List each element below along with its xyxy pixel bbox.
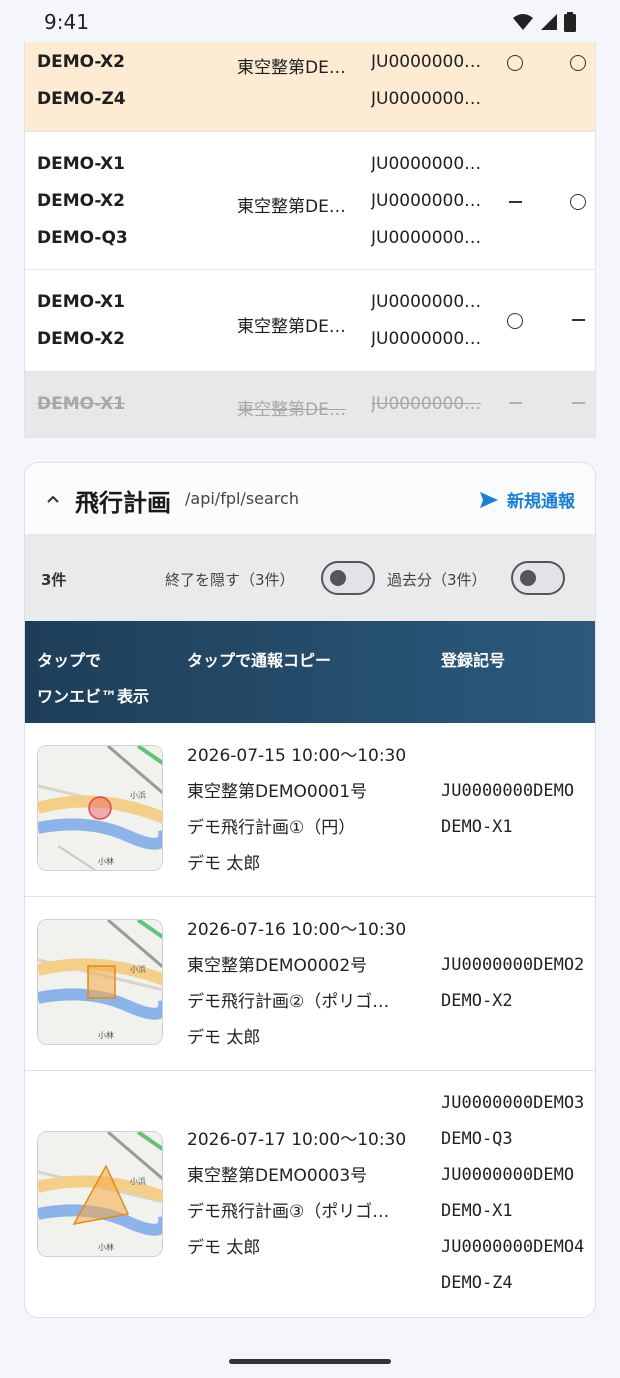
- map-label: 小浜: [130, 1176, 146, 1186]
- new-report-label: 新規通報: [507, 492, 575, 512]
- signal-icon: [541, 14, 557, 30]
- map-label: 小林: [98, 856, 114, 866]
- status-bar: 9:41: [0, 0, 620, 44]
- status-time: 9:41: [44, 10, 89, 34]
- plan-person: デモ 太郎: [187, 1028, 261, 1048]
- plan-time: 2026-07-17 10:00〜10:30: [187, 1130, 407, 1150]
- new-report-button[interactable]: 新規通報: [479, 487, 575, 512]
- plan-name: デモ飛行計画②（ポリゴ…: [187, 992, 390, 1012]
- registration-list: DEMO-X2 DEMO-Z4 東空整第DE… JU0000000… JU000…: [24, 42, 596, 438]
- table-row[interactable]: 小浜 小林 2026-07-16 10:00〜10:30 東空整第DEMO000…: [25, 897, 595, 1071]
- hide-finished-label: 終了を隠す（3件）: [165, 571, 295, 589]
- status-icons: [512, 12, 576, 32]
- registration-code: JU0000000…: [371, 329, 482, 349]
- registration-code: JU0000000…: [371, 89, 482, 109]
- registration-code: JU0000000…: [371, 394, 482, 414]
- permit-number: 東空整第DE…: [237, 197, 346, 217]
- map-thumbnail[interactable]: 小浜 小林: [37, 745, 163, 871]
- map-thumbnail[interactable]: 小浜 小林: [37, 1131, 163, 1257]
- table-row[interactable]: 小浜 小林 2026-07-17 10:00〜10:30 東空整第DEMO000…: [25, 1071, 595, 1317]
- permit-number: 東空整第DE…: [237, 317, 346, 337]
- plan-time: 2026-07-15 10:00〜10:30: [187, 746, 407, 766]
- aircraft-name: DEMO-X2: [37, 52, 126, 72]
- section-title: 飛行計画: [75, 489, 171, 517]
- status-mark: [568, 310, 588, 330]
- registration-code: JU0000000…: [371, 52, 482, 72]
- table-row[interactable]: DEMO-X2 DEMO-Z4 東空整第DE… JU0000000… JU000…: [25, 42, 595, 132]
- plan-name: デモ飛行計画①（円）: [187, 818, 356, 838]
- status-mark: [568, 55, 588, 76]
- plan-permit: 東空整第DEMO0002号: [187, 956, 368, 976]
- map-thumbnail[interactable]: 小浜 小林: [37, 919, 163, 1045]
- aircraft-name: DEMO-X2: [37, 329, 126, 349]
- wifi-icon: [513, 14, 533, 30]
- chevron-up-icon[interactable]: [47, 493, 59, 505]
- table-row[interactable]: DEMO-X1 DEMO-X2 DEMO-Q3 東空整第DE… JU000000…: [25, 132, 595, 270]
- header-registration: 登録記号: [441, 651, 506, 670]
- aircraft-name: DEMO-X1: [37, 154, 126, 174]
- plan-permit: 東空整第DEMO0003号: [187, 1166, 368, 1186]
- map-label: 小林: [98, 1030, 114, 1040]
- status-mark: [505, 393, 525, 413]
- status-mark: [568, 393, 588, 413]
- past-label: 過去分（3件）: [387, 571, 487, 589]
- table-row[interactable]: 小浜 小林 2026-07-15 10:00〜10:30 東空整第DEMO000…: [25, 723, 595, 897]
- battery-icon: [564, 12, 576, 32]
- table-row[interactable]: DEMO-X1 DEMO-X2 東空整第DE… JU0000000… JU000…: [25, 270, 595, 372]
- registration-code: JU0000000…: [371, 154, 482, 174]
- registration-code: JU0000000…: [371, 191, 482, 211]
- aircraft-name: DEMO-X1: [37, 394, 126, 414]
- plan-registrations: JU0000000DEMO2 DEMO-X2: [441, 955, 585, 1011]
- permit-number: 東空整第DE…: [237, 58, 346, 78]
- plan-time: 2026-07-16 10:00〜10:30: [187, 920, 407, 940]
- plan-info[interactable]: 2026-07-15 10:00〜10:30 東空整第DEMO0001号 デモ飛…: [187, 738, 409, 882]
- header-map: タップで ワンエビ™表示: [37, 651, 150, 706]
- plan-registrations: JU0000000DEMO DEMO-X1: [441, 781, 575, 837]
- plan-person: デモ 太郎: [187, 854, 261, 874]
- map-label: 小浜: [130, 964, 146, 974]
- status-mark: [568, 194, 588, 215]
- header-copy: タップで通報コピー: [187, 651, 332, 670]
- aircraft-name: DEMO-Z4: [37, 89, 126, 109]
- result-count: 3件: [41, 571, 67, 589]
- flight-plan-card: 飛行計画 /api/fpl/search 新規通報 3件 終了を隠す（3件） 過…: [24, 462, 596, 1318]
- map-label: 小林: [98, 1242, 114, 1252]
- registration-code: JU0000000…: [371, 228, 482, 248]
- aircraft-name: DEMO-X1: [37, 292, 126, 312]
- aircraft-name: DEMO-Q3: [37, 228, 128, 248]
- registration-code: JU0000000…: [371, 292, 482, 312]
- filter-bar: 3件 終了を隠す（3件） 過去分（3件）: [25, 535, 595, 621]
- plan-info[interactable]: 2026-07-17 10:00〜10:30 東空整第DEMO0003号 デモ飛…: [187, 1122, 409, 1266]
- table-header: タップで ワンエビ™表示 タップで通報コピー 登録記号: [25, 621, 595, 723]
- status-mark: [505, 55, 525, 76]
- map-label: 小浜: [130, 790, 146, 800]
- home-indicator[interactable]: [229, 1359, 391, 1364]
- past-toggle[interactable]: [511, 561, 565, 595]
- plan-info[interactable]: 2026-07-16 10:00〜10:30 東空整第DEMO0002号 デモ飛…: [187, 912, 409, 1056]
- status-mark: [505, 192, 525, 212]
- status-mark: [505, 313, 525, 334]
- plan-permit: 東空整第DEMO0001号: [187, 782, 368, 802]
- aircraft-name: DEMO-X2: [37, 191, 126, 211]
- send-icon: [480, 491, 498, 508]
- plan-person: デモ 太郎: [187, 1238, 261, 1258]
- hide-finished-toggle[interactable]: [321, 561, 375, 595]
- plan-registrations: JU0000000DEMO3 DEMO-Q3 JU0000000DEMO DEM…: [441, 1093, 585, 1293]
- flight-plan-header[interactable]: 飛行計画 /api/fpl/search 新規通報: [25, 463, 595, 535]
- table-row[interactable]: DEMO-X1 東空整第DE… JU0000000…: [25, 372, 595, 438]
- plan-name: デモ飛行計画③（ポリゴ…: [187, 1202, 390, 1222]
- permit-number: 東空整第DE…: [237, 400, 346, 420]
- api-path: /api/fpl/search: [185, 489, 299, 508]
